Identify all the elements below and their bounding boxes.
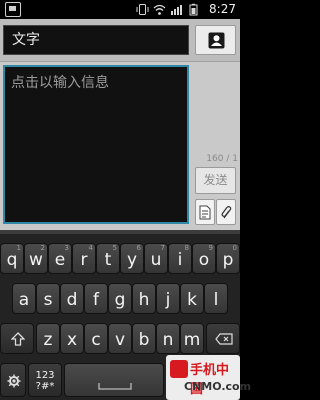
key-n[interactable]: n xyxy=(156,323,180,354)
template-button[interactable] xyxy=(195,199,215,225)
symbols-key-label: 123 ?#* xyxy=(35,370,55,392)
send-button[interactable]: 发送 xyxy=(195,167,236,194)
settings-key[interactable] xyxy=(0,363,26,397)
contact-button[interactable] xyxy=(195,25,236,55)
space-icon xyxy=(98,383,132,390)
shift-key[interactable] xyxy=(0,323,34,354)
key-f[interactable]: f xyxy=(84,283,108,314)
sim-icon xyxy=(5,2,21,17)
key-r[interactable]: 4r xyxy=(72,243,96,274)
shift-icon xyxy=(11,332,25,346)
key-o[interactable]: 9o xyxy=(192,243,216,274)
cnmo-logo-icon xyxy=(170,360,188,378)
vibrate-icon xyxy=(136,4,149,15)
key-c[interactable]: c xyxy=(84,323,108,354)
keyboard-divider xyxy=(0,230,240,234)
key-z[interactable]: z xyxy=(36,323,60,354)
key-s[interactable]: s xyxy=(36,283,60,314)
key-h[interactable]: h xyxy=(132,283,156,314)
symbols-key[interactable]: 123 ?#* xyxy=(28,363,62,397)
key-v[interactable]: v xyxy=(108,323,132,354)
key-a[interactable]: a xyxy=(12,283,36,314)
key-q[interactable]: 1q xyxy=(0,243,24,274)
backspace-icon xyxy=(215,333,233,345)
space-key[interactable] xyxy=(64,363,164,397)
battery-icon xyxy=(189,3,198,16)
char-counter: 160 / 1 xyxy=(206,154,238,164)
wifi-icon xyxy=(153,4,166,15)
message-input[interactable]: 点击以输入信息 xyxy=(3,65,189,224)
delete-key[interactable] xyxy=(206,323,240,354)
key-y[interactable]: 6y xyxy=(120,243,144,274)
signal-icon xyxy=(171,5,182,15)
key-g[interactable]: g xyxy=(108,283,132,314)
key-l[interactable]: l xyxy=(204,283,228,314)
status-bar: 8:27 xyxy=(0,0,240,19)
status-icons xyxy=(136,2,200,17)
attach-icon xyxy=(221,206,232,219)
key-t[interactable]: 5t xyxy=(96,243,120,274)
recipient-row: 文字 xyxy=(0,19,240,62)
key-k[interactable]: k xyxy=(180,283,204,314)
contact-icon xyxy=(208,32,225,49)
key-m[interactable]: m xyxy=(180,323,204,354)
cnmo-watermark: 手机中国 CNMO.com xyxy=(166,355,251,400)
key-i[interactable]: 8i xyxy=(168,243,192,274)
gear-icon xyxy=(7,374,21,388)
watermark-brand-en: CNMO.com xyxy=(184,380,252,393)
key-j[interactable]: j xyxy=(156,283,180,314)
key-x[interactable]: x xyxy=(60,323,84,354)
status-time: 8:27 xyxy=(209,2,236,16)
key-u[interactable]: 7u xyxy=(144,243,168,274)
attach-button[interactable] xyxy=(216,199,236,225)
key-p[interactable]: 0p xyxy=(216,243,240,274)
compose-area: 文字 点击以输入信息 160 / 1 发送 xyxy=(0,19,240,230)
key-d[interactable]: d xyxy=(60,283,84,314)
template-icon xyxy=(199,205,211,220)
key-w[interactable]: 2w xyxy=(24,243,48,274)
key-e[interactable]: 3e xyxy=(48,243,72,274)
key-b[interactable]: b xyxy=(132,323,156,354)
recipient-field[interactable]: 文字 xyxy=(3,25,189,55)
